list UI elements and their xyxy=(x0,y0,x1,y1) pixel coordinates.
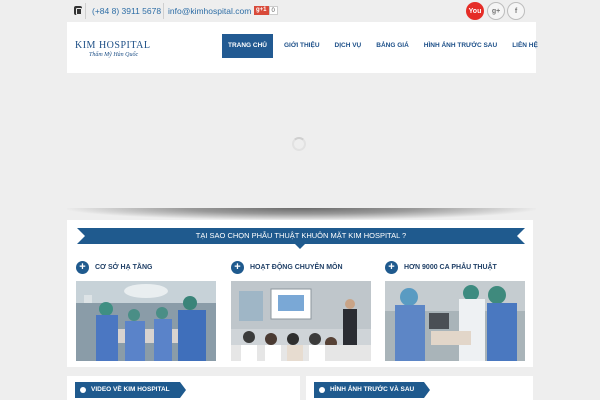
email-link[interactable]: info@kimhospital.com xyxy=(168,6,251,16)
section-title: TẠI SAO CHỌN PHẪU THUẬT KHUÔN MẶT KIM HO… xyxy=(195,231,407,240)
nav-item-contact[interactable]: LIÊN HỆ xyxy=(507,34,543,58)
before-after-box: HÌNH ẢNH TRƯỚC VÀ SAU xyxy=(306,376,533,400)
gplus-count: 0 xyxy=(268,6,278,15)
nav-item-about[interactable]: GIỚI THIỆU xyxy=(279,34,325,58)
feature-card: + HOẠT ĐỘNG CHUYÊN MÔN xyxy=(231,260,371,361)
feature-title[interactable]: CƠ SỞ HẠ TẦNG xyxy=(95,264,152,271)
slider-shadow xyxy=(67,208,536,220)
main-nav: TRANG CHỦ GIỚI THIỆU DỊCH VỤ BẢNG GIÁ HÌ… xyxy=(222,34,548,58)
video-box: VIDEO VỀ KIM HOSPITAL xyxy=(67,376,300,400)
nav-item-pricing[interactable]: BẢNG GIÁ xyxy=(371,34,414,58)
logo-text: KIM HOSPITAL xyxy=(75,40,151,51)
video-box-title[interactable]: VIDEO VỀ KIM HOSPITAL xyxy=(75,382,186,398)
plus-circle-icon[interactable]: + xyxy=(231,260,244,274)
loading-spinner-icon xyxy=(292,137,306,151)
section-ribbon: TẠI SAO CHỌN PHẪU THUẬT KHUÔN MẶT KIM HO… xyxy=(77,228,525,244)
nav-item-services[interactable]: DỊCH VỤ xyxy=(330,34,367,58)
gplus-label: g+1 xyxy=(254,6,269,15)
facebook-icon[interactable]: f xyxy=(507,2,525,20)
phone-number[interactable]: (+84 8) 3911 5678 xyxy=(92,6,161,16)
logo-tagline: Thẩm Mỹ Hàn Quốc xyxy=(89,52,139,58)
logo[interactable]: KIM HOSPITAL Thẩm Mỹ Hàn Quốc xyxy=(75,40,155,62)
before-after-box-title[interactable]: HÌNH ẢNH TRƯỚC VÀ SAU xyxy=(314,382,431,398)
ribbon-notch xyxy=(295,244,305,249)
top-contact-bar: (+84 8) 3911 5678 info@kimhospital.com g… xyxy=(0,0,600,22)
googleplus-icon[interactable]: g+ xyxy=(487,2,505,20)
youtube-icon[interactable]: You xyxy=(466,2,484,20)
plus-circle-icon[interactable]: + xyxy=(76,260,89,274)
site-header: KIM HOSPITAL Thẩm Mỹ Hàn Quốc TRANG CHỦ … xyxy=(67,22,538,73)
nav-item-before-after[interactable]: HÌNH ẢNH TRƯỚC SAU xyxy=(419,34,502,58)
feature-title[interactable]: HOẠT ĐỘNG CHUYÊN MÔN xyxy=(250,264,343,271)
seminar-photo[interactable] xyxy=(231,281,371,361)
gplus-share-button[interactable]: g+1 0 xyxy=(254,6,278,15)
feature-card: + CƠ SỞ HẠ TẦNG xyxy=(76,260,216,361)
facility-photo[interactable] xyxy=(76,281,216,361)
divider xyxy=(163,3,164,19)
feature-card: + HƠN 9000 CA PHẪU THUẬT xyxy=(385,260,525,361)
surgery-photo[interactable] xyxy=(385,281,525,361)
nav-item-home[interactable]: TRANG CHỦ xyxy=(222,34,273,58)
plus-circle-icon[interactable]: + xyxy=(385,260,398,274)
divider xyxy=(85,3,86,19)
why-choose-section: TẠI SAO CHỌN PHẪU THUẬT KHUÔN MẶT KIM HO… xyxy=(67,220,533,367)
phone-icon xyxy=(74,6,82,15)
feature-title[interactable]: HƠN 9000 CA PHẪU THUẬT xyxy=(404,264,497,271)
